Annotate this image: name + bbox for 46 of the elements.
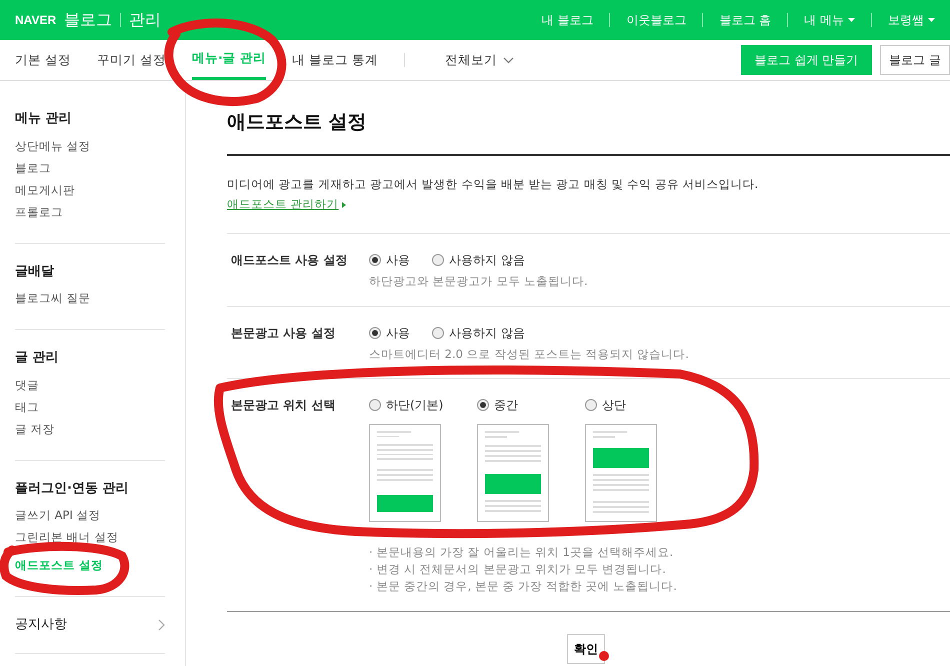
setting-label: 본문광고 위치 선택 [231,396,336,414]
sidebar-item[interactable]: 댓글 [15,374,165,396]
blog-button[interactable]: 블로그 글 [880,45,950,75]
sidebar-item[interactable]: 글 저장 [15,418,165,440]
nav-tab[interactable]: 기본 설정 [15,40,71,80]
note-text: · 본문내용의 가장 잘 어울리는 위치 1곳을 선택해주세요. [369,544,674,561]
manage-link[interactable]: 애드포스트 관리하기 [227,196,346,214]
sidebar-item[interactable]: 프롤로그 [15,200,165,222]
sidebar-heading: 글배달 [15,262,55,280]
page-title: 애드포스트 설정 [227,111,950,156]
sidebar-item[interactable]: 블로그 [15,156,165,178]
nav-tab[interactable]: 꾸미기 설정 [96,40,166,80]
hint-text: 스마트에디터 2.0 으로 작성된 포스트는 적용되지 않습니다. [369,346,689,363]
caret-icon [848,18,855,22]
nav-tab[interactable]: 내 블로그 통계 [292,40,378,80]
sidebar-item[interactable]: 글쓰기 API 설정 [15,504,165,526]
description-text: 미디어에 광고를 게재하고 광고에서 발생한 수익을 배분 받는 광고 매칭 및 수익 공유 서비스입니다. [227,176,760,193]
chevron-down-icon [503,56,514,64]
setting-label: 애드포스트 사용 설정 [231,252,348,270]
sidebar-heading: 메뉴 관리 [15,110,73,128]
note-text: · 본문 중간의 경우, 본문 중 가장 적합한 곳에 노출됩니다. [369,578,678,595]
radio-option[interactable]: 사용하지 않음 [432,251,525,270]
radio-option[interactable]: 중간 [477,396,518,414]
sidebar-item[interactable]: 블로그씨 질문 [15,287,165,309]
sidebar-heading: 글 관리 [15,349,60,367]
chevron-right-icon [342,202,346,208]
setting-label: 본문광고 사용 설정 [231,324,336,342]
sidebar-item[interactable]: 메모게시판 [15,178,165,200]
confirm-button[interactable]: 확인 [567,634,605,664]
hint-text: 하단광고와 본문광고가 모두 노출됩니다. [369,273,588,290]
radio-option[interactable]: 상단 [585,396,626,414]
section-title: 관리 [129,9,162,31]
sidebar-item[interactable]: 태그 [15,396,165,418]
sidebar-link[interactable]: 공지사항 [15,615,165,654]
note-text: · 변경 시 전체문서의 본문광고 위치가 모두 변경됩니다. [369,560,667,578]
chevron-right-icon [158,618,165,631]
sidebar-item[interactable]: 그린리본 배너 설정 [15,526,165,548]
radio-option[interactable]: 사용 [369,324,410,342]
sidebar-heading: 플러그인·연동 관리 [15,480,130,498]
caret-icon [928,18,935,22]
radio-option[interactable]: 사용하지 않음 [432,324,525,342]
sidebar-item[interactable]: 상단메뉴 설정 [15,134,165,156]
radio-option[interactable]: 하단(기본) [369,396,444,414]
nav-tab[interactable]: 전체보기 [445,40,514,80]
service-title: 블로그 [64,9,112,31]
radio-option[interactable]: 사용 [369,251,410,270]
